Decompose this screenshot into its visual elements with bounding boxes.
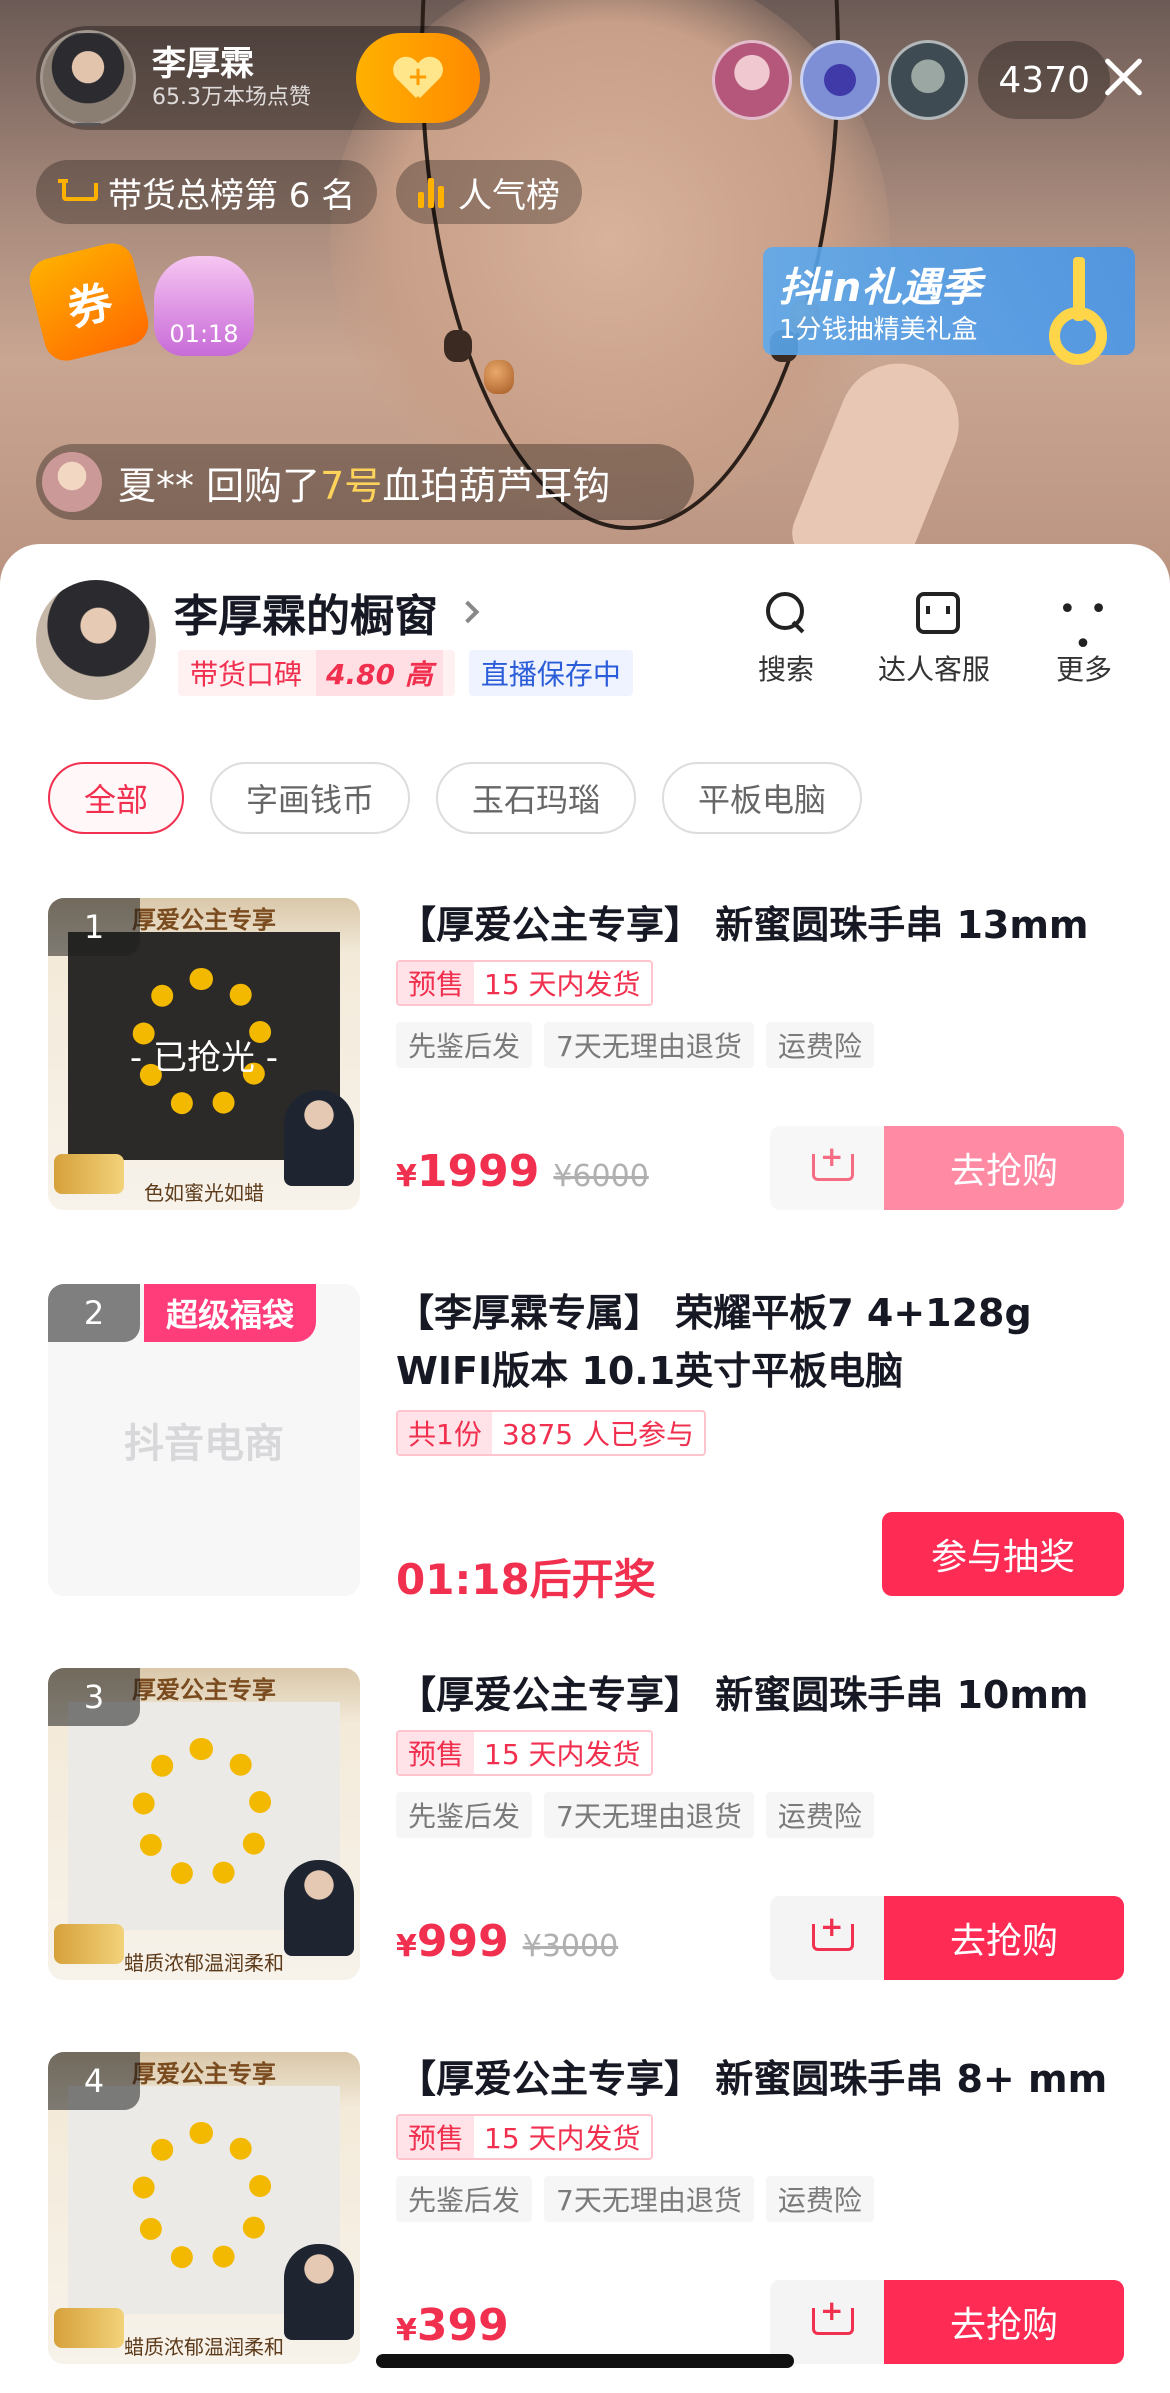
shop-title[interactable]: 李厚霖的橱窗: [174, 580, 480, 644]
product-card[interactable]: 厚爱公主专享 蜡质浓郁温润柔和 3 【厚爱公主专享】 新蜜圆珠手串 10mm 预…: [0, 1668, 1170, 1988]
product-index: 3: [48, 1668, 140, 1726]
popularity-rank-badge[interactable]: 人气榜: [396, 160, 582, 224]
buy-now-button[interactable]: 去抢购: [884, 2280, 1124, 2364]
anchor-card[interactable]: 李厚霖 65.3万本场点赞 +: [36, 26, 490, 130]
home-indicator[interactable]: [376, 2354, 794, 2368]
presale-badge: 预售 15 天内发货: [396, 1730, 653, 1776]
anchor-name: 李厚霖: [152, 44, 254, 84]
tab-calligraphy[interactable]: 字画钱币: [210, 762, 411, 834]
shop-avatar[interactable]: [36, 580, 156, 700]
product-index: 4: [48, 2052, 140, 2110]
chevron-right-icon: [456, 600, 480, 624]
product-card[interactable]: 厚爱公主专享 蜡质浓郁温润柔和 4 【厚爱公主专享】 新蜜圆珠手串 8+ mm …: [0, 2052, 1170, 2372]
product-title[interactable]: 【李厚霖专属】 荣耀平板7 4+128g WIFI版本 10.1英寸平板电脑: [396, 1284, 1118, 1400]
buy-now-button[interactable]: 去抢购: [884, 1896, 1124, 1980]
cart-plus-icon: [806, 1910, 854, 1956]
chat-icon: [908, 586, 960, 638]
search-button[interactable]: 搜索: [716, 586, 856, 688]
buy-group: 去抢购: [770, 1126, 1124, 1210]
close-icon[interactable]: [1098, 52, 1148, 102]
heart-plus-icon: +: [394, 58, 442, 98]
product-price: ¥399: [396, 2300, 509, 2351]
more-button[interactable]: 更多: [1014, 586, 1154, 688]
cart-icon: [58, 177, 98, 207]
category-tabs: 全部 字画钱币 玉石玛瑙 平板电脑: [48, 762, 888, 834]
cart-plus-icon: [806, 2294, 854, 2340]
lottery-countdown: 01:18后开奖: [396, 1555, 656, 1604]
buyer-avatar: [42, 452, 102, 512]
lottery-stats: 共1份 3875 人已参与: [396, 1410, 706, 1456]
viewer-avatar[interactable]: [712, 40, 793, 120]
service-tags: 先鉴后发 7天无理由退货 运费险: [396, 1792, 886, 1838]
anchor-avatar[interactable]: [40, 30, 136, 126]
viewer-avatar[interactable]: [888, 40, 969, 120]
promo-title: 抖in礼遇季: [779, 265, 982, 311]
live-saving-badge: 直播保存中: [468, 650, 633, 696]
add-to-cart-button[interactable]: [770, 1896, 884, 1980]
presale-badge: 预售 15 天内发货: [396, 960, 653, 1006]
follow-button[interactable]: +: [356, 33, 480, 123]
promo-subtitle: 1分钱抽精美礼盒: [779, 315, 978, 345]
product-index: 1: [48, 898, 140, 956]
cart-plus-icon: [806, 1140, 854, 1186]
more-icon: [1058, 586, 1110, 662]
lucky-bag-timer: 01:18: [169, 320, 239, 348]
lottery-card[interactable]: 抖音电商 2 超级福袋 【李厚霖专属】 荣耀平板7 4+128g WIFI版本 …: [0, 1284, 1170, 1604]
viewer-avatar[interactable]: [800, 40, 881, 120]
super-lucky-bag-badge: 超级福袋: [144, 1284, 317, 1342]
product-price: ¥999 ¥3000: [396, 1916, 619, 1967]
buy-group: 去抢购: [770, 2280, 1124, 2364]
viewer-list[interactable]: 4370: [704, 40, 1110, 120]
product-title[interactable]: 【厚爱公主专享】 新蜜圆珠手串 13mm: [398, 898, 1120, 952]
tab-jade[interactable]: 玉石玛瑙: [436, 762, 637, 834]
customer-service-button[interactable]: 达人客服: [864, 586, 1004, 688]
service-tags: 先鉴后发 7天无理由退货 运费险: [396, 1022, 886, 1068]
necklace-bead: [484, 360, 514, 394]
sales-rank-badge[interactable]: 带货总榜第 6 名: [36, 160, 378, 224]
sold-out-label: - 已抢光 -: [129, 1038, 279, 1078]
product-price: ¥1999 ¥6000: [396, 1146, 649, 1197]
service-tags: 先鉴后发 7天无理由退货 运费险: [396, 2176, 886, 2222]
promo-banner[interactable]: 抖in礼遇季 1分钱抽精美礼盒: [763, 247, 1135, 365]
reputation-badge[interactable]: 带货口碑 4.80 高: [178, 650, 455, 696]
necklace-bead: [444, 330, 472, 362]
like-count: 65.3万本场点赞: [152, 85, 311, 110]
product-index: 2: [48, 1284, 140, 1342]
product-card[interactable]: 厚爱公主专享 色如蜜光如蜡 - 已抢光 - 1 【厚爱公主专享】 新蜜圆珠手串 …: [0, 898, 1170, 1218]
presale-badge: 预售 15 天内发货: [396, 2114, 653, 2160]
buy-now-button[interactable]: 去抢购: [884, 1126, 1124, 1210]
product-title[interactable]: 【厚爱公主专享】 新蜜圆珠手串 10mm: [398, 1668, 1120, 1722]
search-icon: [760, 586, 812, 638]
add-to-cart-button[interactable]: [770, 1126, 884, 1210]
tab-tablets[interactable]: 平板电脑: [662, 762, 863, 834]
bar-chart-icon: [418, 176, 448, 208]
purchase-ticker: 夏** 回购了 7号 血珀葫芦耳钩: [36, 444, 694, 520]
lucky-bag-icon[interactable]: 01:18: [154, 256, 254, 356]
buy-group: 去抢购: [770, 1896, 1124, 1980]
tab-all[interactable]: 全部: [48, 762, 185, 834]
music-note-icon: [1045, 257, 1115, 365]
join-lottery-button[interactable]: 参与抽奖: [882, 1512, 1124, 1596]
product-title[interactable]: 【厚爱公主专享】 新蜜圆珠手串 8+ mm: [398, 2052, 1120, 2106]
add-to-cart-button[interactable]: [770, 2280, 884, 2364]
viewer-count[interactable]: 4370: [978, 41, 1110, 119]
